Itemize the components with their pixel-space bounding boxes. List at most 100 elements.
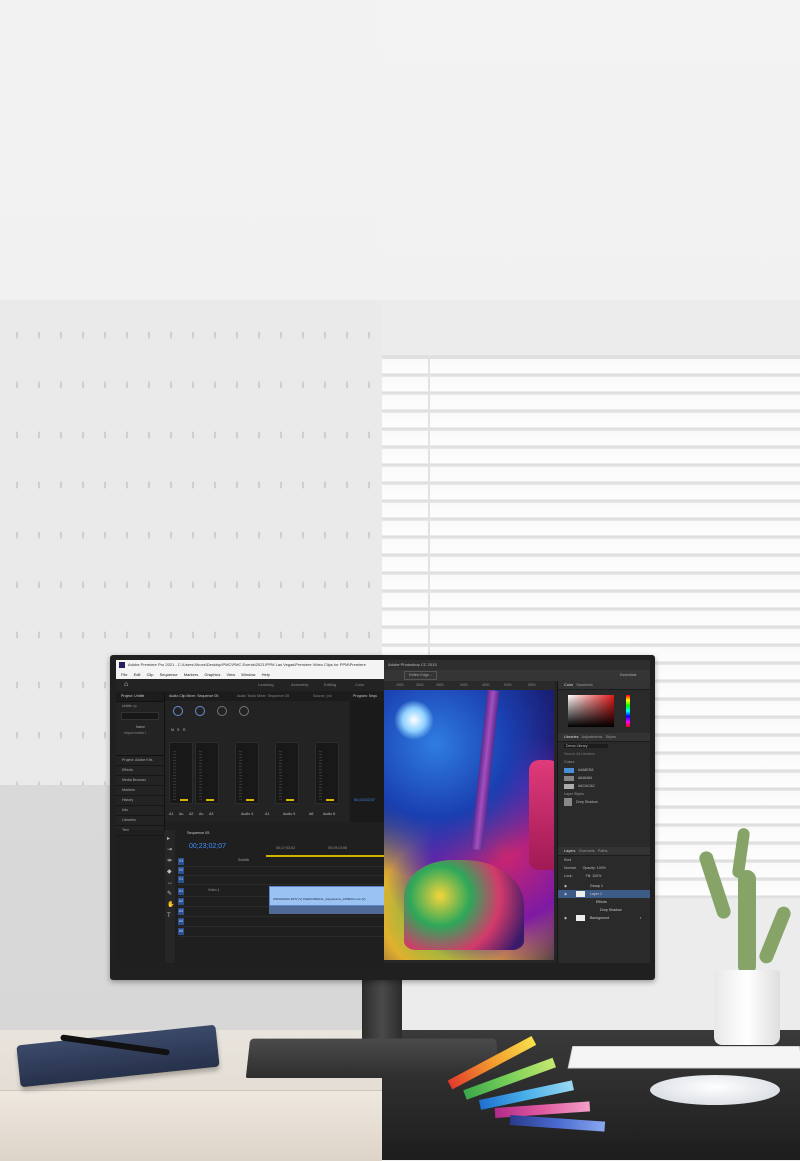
slip-tool-icon[interactable]: ↔ bbox=[167, 880, 173, 886]
menu-edit[interactable]: Edit bbox=[134, 672, 141, 677]
mixer-button-s[interactable]: S bbox=[177, 728, 179, 732]
layer-style-item[interactable]: Drop Shadow bbox=[558, 798, 650, 807]
track-label[interactable]: A1 bbox=[178, 888, 184, 895]
home-icon[interactable]: ⌂ bbox=[124, 681, 132, 689]
track-label[interactable]: A4 bbox=[178, 918, 184, 925]
hue-slider[interactable] bbox=[626, 695, 630, 727]
mixer-button-r[interactable]: R bbox=[183, 728, 186, 732]
tab-source[interactable]: Source: (no bbox=[313, 692, 332, 701]
library-color-swatch[interactable]: #848484 bbox=[558, 774, 650, 782]
workspace-editing[interactable]: Editing bbox=[324, 679, 336, 691]
track-label[interactable]: A5 bbox=[178, 928, 184, 935]
clip-name: WM1016202.MOV [V] PHENOMENAL_Daydreams_1… bbox=[273, 897, 366, 901]
panel-text[interactable]: Text bbox=[116, 826, 164, 836]
pan-knob[interactable] bbox=[195, 706, 205, 716]
panel-history[interactable]: History bbox=[116, 796, 164, 806]
track-select-tool-icon[interactable]: ⇥ bbox=[167, 847, 173, 853]
type-tool-icon[interactable]: T bbox=[167, 913, 173, 919]
pan-knob[interactable] bbox=[239, 706, 249, 716]
menu-file[interactable]: File bbox=[121, 672, 127, 677]
panel-effects[interactable]: Effects bbox=[116, 766, 164, 776]
opacity-field[interactable]: Opacity: 100% bbox=[583, 866, 606, 870]
refine-edge-button[interactable]: Refine Edge... bbox=[404, 671, 437, 680]
pan-knob[interactable] bbox=[217, 706, 227, 716]
track-v2: V2 bbox=[178, 867, 384, 876]
premiere-menu-bar: File Edit Clip Sequence Markers Graphics… bbox=[116, 670, 384, 679]
panel-media-browser[interactable]: Media Browser bbox=[116, 776, 164, 786]
razor-tool-icon[interactable]: ◆ bbox=[167, 869, 173, 875]
tab-project[interactable]: Project: Untitle bbox=[116, 692, 164, 702]
tab-sequence[interactable]: Sequence 05 bbox=[187, 831, 209, 835]
tab-audio-clip-mixer[interactable]: Audio Clip Mixer: Sequence 05 bbox=[169, 692, 218, 701]
workspace-color[interactable]: Color bbox=[355, 679, 365, 691]
audio-mixer-panel: Audio Clip Mixer: Sequence 05 Audio Trac… bbox=[165, 692, 349, 822]
channel-fader[interactable] bbox=[195, 742, 219, 804]
menu-clip[interactable]: Clip bbox=[147, 672, 154, 677]
layer-row[interactable]: ◉ Background ▪ bbox=[558, 914, 650, 922]
layer-effects-row[interactable]: Effects bbox=[558, 898, 650, 906]
video-clip[interactable]: WM1016202.MOV [V] PHENOMENAL_Daydreams_1… bbox=[269, 886, 386, 906]
menu-sequence[interactable]: Sequence bbox=[160, 672, 178, 677]
tab-adjustments[interactable]: Adjustments bbox=[582, 735, 603, 739]
track-label[interactable]: A3 bbox=[178, 908, 184, 915]
track-label[interactable]: V3 bbox=[178, 858, 184, 865]
menu-markers[interactable]: Markers bbox=[184, 672, 198, 677]
tab-audio-track-mixer[interactable]: Audio Track Mixer: Sequence 05 bbox=[237, 692, 289, 701]
layer-row[interactable]: ◉ Group 1 bbox=[558, 882, 650, 890]
library-search-input[interactable]: Search All Libraries bbox=[558, 750, 650, 758]
panel-libraries[interactable]: Libraries bbox=[116, 816, 164, 826]
eye-icon[interactable]: ◉ bbox=[564, 882, 567, 890]
tab-swatches[interactable]: Swatches bbox=[576, 683, 592, 687]
tab-libraries[interactable]: Libraries bbox=[564, 735, 579, 739]
tab-styles[interactable]: Styles bbox=[606, 735, 616, 739]
color-picker-field[interactable] bbox=[568, 695, 614, 727]
menu-help[interactable]: Help bbox=[262, 672, 270, 677]
channel-fader[interactable] bbox=[235, 742, 259, 804]
desk-drawer bbox=[0, 1090, 382, 1161]
audio-clip[interactable] bbox=[269, 906, 384, 914]
channel-label: Au bbox=[179, 812, 184, 816]
project-search-input[interactable] bbox=[121, 712, 159, 720]
workspace-learning[interactable]: Learning bbox=[258, 679, 274, 691]
library-select[interactable]: Demo Library bbox=[558, 742, 650, 750]
pen-tool-icon[interactable]: ✎ bbox=[167, 891, 173, 897]
pan-knob[interactable] bbox=[173, 706, 183, 716]
track-label[interactable]: V1 bbox=[178, 876, 184, 883]
channel-fader[interactable] bbox=[169, 742, 193, 804]
library-color-swatch[interactable]: #4A8ED8 bbox=[558, 766, 650, 774]
mixer-button-m[interactable]: M bbox=[171, 728, 174, 732]
selection-tool-icon[interactable]: ▸ bbox=[167, 836, 173, 842]
eye-icon[interactable]: ◉ bbox=[564, 914, 567, 922]
channel-fader[interactable] bbox=[275, 742, 299, 804]
hand-tool-icon[interactable]: ✋ bbox=[167, 902, 174, 908]
program-timecode: 00;23;02;07 bbox=[354, 797, 376, 802]
panel-info[interactable]: Info bbox=[116, 806, 164, 816]
tab-color[interactable]: Color bbox=[564, 683, 573, 687]
tab-paths[interactable]: Paths bbox=[598, 849, 608, 853]
ripple-edit-tool-icon[interactable]: ⇹ bbox=[167, 858, 173, 864]
eye-icon[interactable]: ◉ bbox=[564, 890, 567, 898]
monitor-stand-neck bbox=[362, 978, 402, 1040]
layer-effect-row[interactable]: Drop Shadow bbox=[558, 906, 650, 914]
workspace-select[interactable]: Essentials bbox=[620, 670, 636, 681]
blend-mode-select[interactable]: Normal bbox=[564, 866, 576, 870]
tab-program[interactable]: Program: Sequ bbox=[350, 692, 384, 701]
menu-view[interactable]: View bbox=[226, 672, 235, 677]
timeline-timecode[interactable]: 00;23;02;07 bbox=[189, 843, 226, 850]
work-area-bar[interactable] bbox=[266, 855, 384, 857]
track-label[interactable]: A2 bbox=[178, 898, 184, 905]
channel-fader[interactable] bbox=[315, 742, 339, 804]
panel-project-kits[interactable]: Project: Adobe Kits bbox=[116, 756, 164, 766]
fill-field[interactable]: Fill: 100% bbox=[586, 874, 602, 878]
tab-layers[interactable]: Layers bbox=[564, 849, 575, 853]
document-canvas[interactable] bbox=[384, 690, 554, 960]
panel-markers[interactable]: Markers bbox=[116, 786, 164, 796]
menu-window[interactable]: Window bbox=[241, 672, 255, 677]
tab-channels[interactable]: Channels bbox=[579, 849, 595, 853]
layer-row[interactable]: ◉ Layer 1 bbox=[558, 890, 650, 898]
menu-graphics[interactable]: Graphics bbox=[204, 672, 220, 677]
library-color-swatch[interactable]: #ACACAC bbox=[558, 782, 650, 790]
track-label[interactable]: V2 bbox=[178, 867, 184, 874]
layer-filter-kind[interactable]: Kind bbox=[558, 856, 650, 864]
workspace-assembly[interactable]: Assembly bbox=[291, 679, 308, 691]
